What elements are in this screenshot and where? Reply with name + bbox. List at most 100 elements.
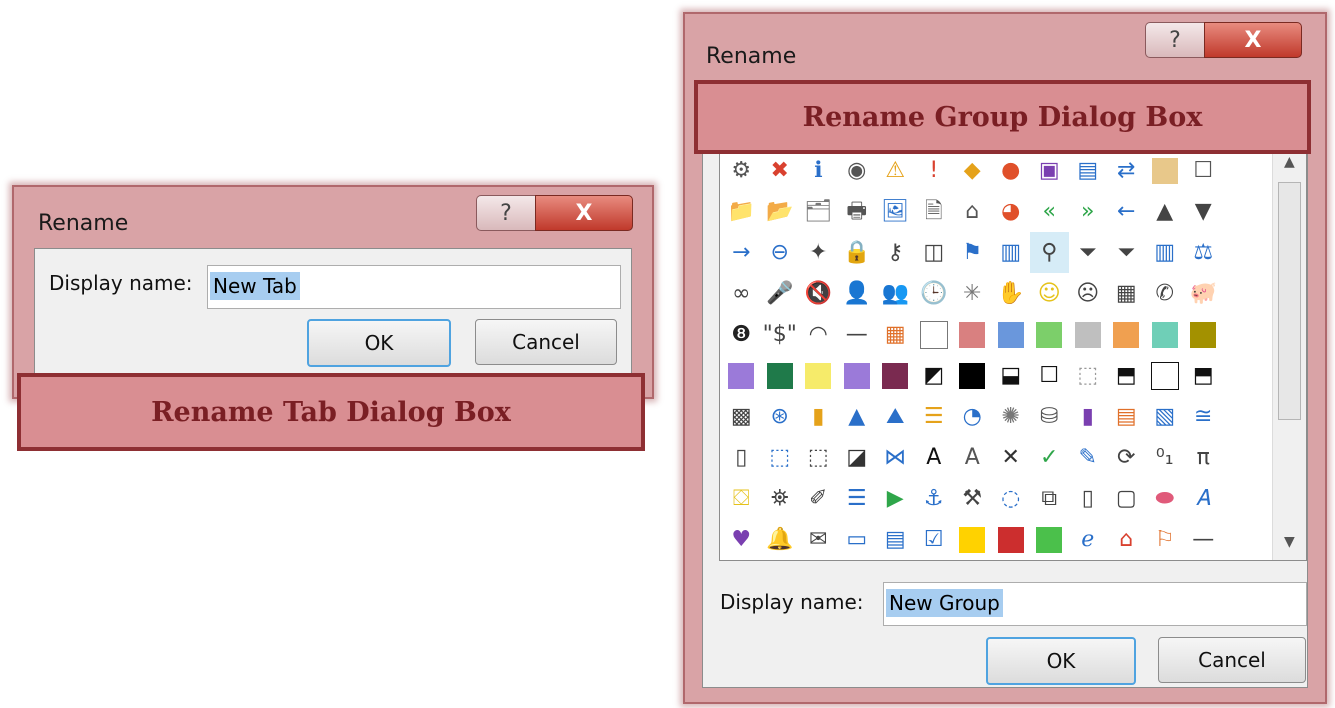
icon-option[interactable]: →: [722, 232, 761, 273]
icon-option[interactable]: 👥: [876, 273, 915, 314]
icon-option[interactable]: ⬒: [1107, 355, 1146, 396]
icon-option[interactable]: ✉: [799, 519, 838, 560]
ok-button[interactable]: OK: [307, 319, 451, 367]
icon-option[interactable]: ◔: [953, 396, 992, 437]
icon-option[interactable]: ▲: [838, 396, 877, 437]
icon-option[interactable]: ▥: [992, 232, 1031, 273]
icon-option[interactable]: ≅: [1184, 396, 1223, 437]
icon-option[interactable]: [1223, 273, 1262, 314]
cancel-button[interactable]: Cancel: [475, 319, 617, 365]
icon-option[interactable]: ◌: [992, 478, 1031, 519]
icon-option[interactable]: ◫: [915, 232, 954, 273]
icon-option[interactable]: ⬓: [992, 355, 1031, 396]
icon-option[interactable]: [761, 355, 800, 396]
icon-option[interactable]: ▲: [1146, 191, 1185, 232]
icon-option[interactable]: ⬒: [1184, 355, 1223, 396]
icon-option[interactable]: A: [953, 437, 992, 478]
icon-option[interactable]: [1223, 191, 1262, 232]
icon-option[interactable]: ⚓: [915, 478, 954, 519]
icon-option[interactable]: 📁: [722, 191, 761, 232]
icon-option[interactable]: ⁰₁: [1146, 437, 1185, 478]
icon-option[interactable]: ⏷: [1107, 232, 1146, 273]
icon-option[interactable]: [953, 355, 992, 396]
icon-option[interactable]: ⚷: [876, 232, 915, 273]
icon-option[interactable]: ⛯: [761, 478, 800, 519]
icon-option[interactable]: —: [1184, 519, 1223, 560]
icon-option[interactable]: [1146, 355, 1185, 396]
icon-option[interactable]: ▤: [1107, 396, 1146, 437]
icon-option[interactable]: ▦: [876, 314, 915, 355]
icon-option[interactable]: [1146, 314, 1185, 355]
icon-option[interactable]: ◪: [838, 437, 877, 478]
icon-option[interactable]: ▤: [876, 519, 915, 560]
icon-option[interactable]: 🔇: [799, 273, 838, 314]
icon-option[interactable]: ✕: [992, 437, 1031, 478]
scroll-down-icon[interactable]: ▼: [1284, 534, 1295, 550]
icon-option[interactable]: [1107, 314, 1146, 355]
icon-option[interactable]: [1223, 314, 1262, 355]
icon-option[interactable]: 🐖: [1184, 273, 1223, 314]
display-name-input[interactable]: New Tab: [207, 265, 621, 309]
icon-option[interactable]: [1223, 150, 1262, 191]
icon-option[interactable]: ⌂: [953, 191, 992, 232]
ok-button[interactable]: OK: [986, 637, 1136, 685]
icon-option[interactable]: [1223, 396, 1262, 437]
icon-option[interactable]: ▢: [1107, 478, 1146, 519]
icon-option[interactable]: ⋈: [876, 437, 915, 478]
icon-option[interactable]: ⛁: [1030, 396, 1069, 437]
icon-option[interactable]: [1223, 478, 1262, 519]
icon-option[interactable]: 🖶: [838, 191, 877, 232]
icon-option[interactable]: ▧: [1146, 396, 1185, 437]
icon-option[interactable]: [1223, 232, 1262, 273]
icon-option[interactable]: [953, 519, 992, 560]
icon-option[interactable]: [1030, 314, 1069, 355]
icon-option[interactable]: ⚖: [1184, 232, 1223, 273]
icon-option[interactable]: ✐: [799, 478, 838, 519]
icon-option[interactable]: ⊛: [761, 396, 800, 437]
icon-option[interactable]: [1069, 314, 1108, 355]
scroll-thumb[interactable]: [1278, 182, 1301, 420]
icon-option[interactable]: ♥: [722, 519, 761, 560]
icon-option[interactable]: ⧉: [1030, 478, 1069, 519]
icon-option[interactable]: ▮: [1069, 396, 1108, 437]
icon-option[interactable]: ✆: [1146, 273, 1185, 314]
icon-option[interactable]: ☺: [1030, 273, 1069, 314]
icon-option[interactable]: 🗎: [915, 191, 954, 232]
icon-option[interactable]: ⟳: [1107, 437, 1146, 478]
icon-option[interactable]: ⬚: [799, 437, 838, 478]
icon-option[interactable]: ⌂: [1107, 519, 1146, 560]
icon-option[interactable]: [1184, 314, 1223, 355]
vertical-scrollbar[interactable]: ▲ ▼: [1272, 150, 1306, 560]
icon-option[interactable]: ▥: [1146, 232, 1185, 273]
icon-option[interactable]: [838, 355, 877, 396]
icon-option[interactable]: ⚒: [953, 478, 992, 519]
icon-option[interactable]: ⬚: [1069, 355, 1108, 396]
icon-option[interactable]: π: [1184, 437, 1223, 478]
icon-option[interactable]: ▣: [1030, 150, 1069, 191]
icon-option[interactable]: ☰: [838, 478, 877, 519]
icon-option[interactable]: ☐: [1184, 150, 1223, 191]
icon-option[interactable]: ⚑: [953, 232, 992, 273]
icon-option[interactable]: 🔒: [838, 232, 877, 273]
icon-option[interactable]: ✓: [1030, 437, 1069, 478]
icon-option[interactable]: ⚐: [1146, 519, 1185, 560]
icon-option[interactable]: ▼: [1184, 191, 1223, 232]
icon-option[interactable]: "$": [761, 314, 800, 355]
icon-option[interactable]: ☑: [915, 519, 954, 560]
icon-option[interactable]: ☐: [1030, 355, 1069, 396]
icon-option[interactable]: ⏷: [1069, 232, 1108, 273]
icon-option[interactable]: ℯ: [1069, 519, 1108, 560]
icon-option[interactable]: [1223, 437, 1262, 478]
icon-option[interactable]: ⊖: [761, 232, 800, 273]
icon-option[interactable]: »: [1069, 191, 1108, 232]
icon-option[interactable]: ❽: [722, 314, 761, 355]
help-button[interactable]: ?: [476, 195, 535, 231]
icon-option[interactable]: ◕: [992, 191, 1031, 232]
icon-option[interactable]: 📂: [761, 191, 800, 232]
icon-option[interactable]: ⛋: [722, 478, 761, 519]
icon-option[interactable]: ✦: [799, 232, 838, 273]
icon-option[interactable]: ⛰: [876, 396, 915, 437]
close-button[interactable]: X: [535, 195, 633, 231]
icon-option[interactable]: ⚲: [1030, 232, 1069, 273]
icon-option[interactable]: ←: [1107, 191, 1146, 232]
